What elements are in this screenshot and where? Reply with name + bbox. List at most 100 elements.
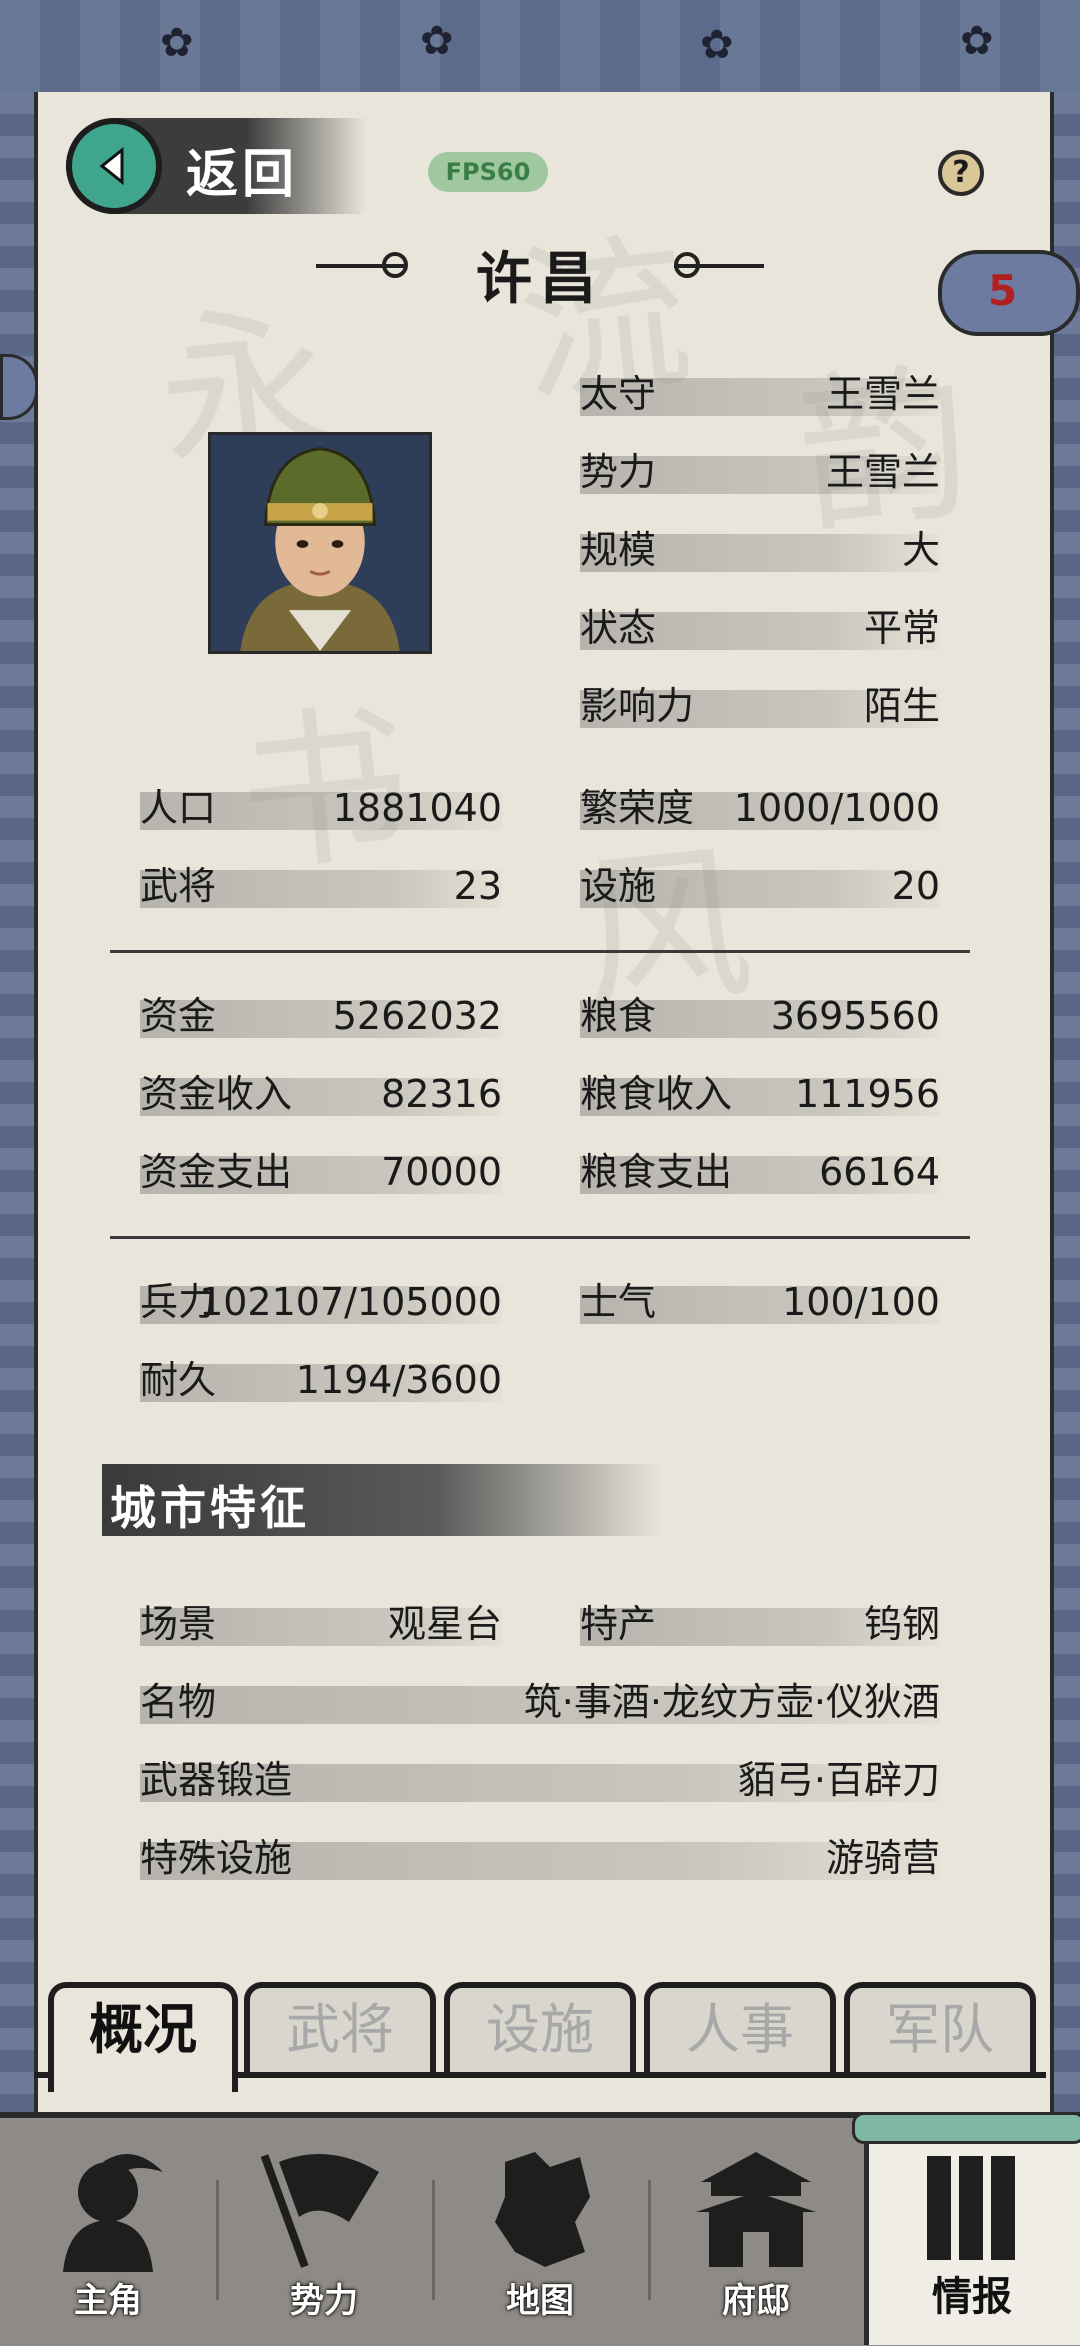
feature-scene: 场景 观星台	[140, 1600, 502, 1648]
stat-label: 资金	[140, 994, 217, 1038]
info-label: 状态	[580, 606, 657, 650]
flower-ornament-icon: ✿	[960, 18, 994, 64]
feature-label: 特产	[580, 1602, 657, 1646]
stat-population: 人口 1881040	[140, 784, 502, 832]
stat-facilities: 设施 20	[580, 862, 940, 910]
stat-label: 资金支出	[140, 1150, 293, 1194]
stat-value: 3695560	[770, 994, 940, 1038]
info-value: 王雪兰	[825, 372, 940, 416]
nav-label: 府邸	[722, 2281, 790, 2321]
feature-label: 武器锻造	[140, 1758, 293, 1802]
stat-value: 102107/105000	[199, 1280, 502, 1324]
stat-generals: 武将 23	[140, 862, 502, 910]
section-divider	[110, 950, 970, 953]
info-label: 规模	[580, 528, 657, 572]
top-decorative-band: ✿ ✿ ✿ ✿	[0, 0, 1080, 96]
fps-indicator: FPS60	[428, 152, 548, 192]
tab-facilities[interactable]: 设施	[444, 1982, 636, 2078]
stat-label: 资金收入	[140, 1072, 293, 1116]
features-title: 城市特征	[110, 1481, 310, 1535]
tab-overview[interactable]: 概况	[48, 1982, 238, 2092]
info-label: 影响力	[580, 684, 695, 728]
tab-army[interactable]: 军队	[844, 1982, 1036, 2078]
feature-weapon-forging: 武器锻造 貊弓·百辟刀	[140, 1756, 940, 1804]
flower-ornament-icon: ✿	[420, 18, 454, 64]
info-row-governor: 太守 王雪兰	[580, 370, 940, 418]
flower-ornament-icon: ✿	[160, 20, 194, 66]
tab-generals[interactable]: 武将	[244, 1982, 436, 2078]
stat-value: 1000/1000	[733, 786, 940, 830]
stat-food-income: 粮食收入 111956	[580, 1070, 940, 1118]
feature-label: 特殊设施	[140, 1836, 293, 1880]
city-title: 许昌	[476, 247, 604, 312]
feature-value: 貊弓·百辟刀	[737, 1758, 940, 1802]
stat-funds: 资金 5262032	[140, 992, 502, 1040]
nav-label: 地图	[506, 2281, 574, 2321]
feature-famous-items: 名物 筑·事酒·龙纹方壶·仪狄酒	[140, 1678, 940, 1726]
stat-morale: 士气 100/100	[580, 1278, 940, 1326]
feature-value: 钨钢	[863, 1602, 940, 1646]
back-button[interactable]	[66, 118, 162, 214]
feature-label: 场景	[140, 1602, 217, 1646]
stat-value: 66164	[819, 1150, 940, 1194]
stat-value: 1194/3600	[295, 1358, 502, 1402]
stat-value: 20	[891, 864, 940, 908]
stat-label: 设施	[580, 864, 657, 908]
info-row-scale: 规模 大	[580, 526, 940, 574]
stat-label: 粮食收入	[580, 1072, 733, 1116]
info-row-faction: 势力 王雪兰	[580, 448, 940, 496]
info-label: 太守	[580, 372, 657, 416]
stat-value: 23	[453, 864, 502, 908]
nav-faction[interactable]: 势力	[216, 2112, 432, 2340]
feature-specialty: 特产 钨钢	[580, 1600, 940, 1648]
stat-value: 70000	[381, 1150, 502, 1194]
stat-label: 士气	[580, 1280, 657, 1324]
stat-label: 人口	[140, 786, 217, 830]
stat-value: 100/100	[782, 1280, 940, 1324]
nav-intel[interactable]: 情报	[864, 2112, 1080, 2340]
map-icon	[495, 2152, 590, 2267]
title-ornament	[674, 264, 764, 268]
stat-value: 5262032	[332, 994, 502, 1038]
info-value: 王雪兰	[825, 450, 940, 494]
info-value: 平常	[863, 606, 940, 650]
info-row-influence: 影响力 陌生	[580, 682, 940, 730]
stat-label: 耐久	[140, 1358, 217, 1402]
nav-hero[interactable]: 主角	[0, 2112, 216, 2340]
feature-label: 名物	[140, 1680, 217, 1724]
help-icon[interactable]: ?	[938, 150, 984, 196]
info-label: 势力	[580, 450, 657, 494]
flag-icon	[260, 2154, 379, 2268]
stat-value: 111956	[794, 1072, 940, 1116]
feature-value: 观星台	[387, 1602, 502, 1646]
stat-funds-expense: 资金支出 70000	[140, 1148, 502, 1196]
stat-troops: 兵力 102107/105000	[140, 1278, 502, 1326]
back-arrow-icon	[99, 146, 124, 186]
features-section-title: 城市特征	[102, 1464, 662, 1536]
mansion-icon	[696, 2152, 816, 2267]
back-label[interactable]: 返回	[186, 132, 298, 207]
feature-special-facility: 特殊设施 游骑营	[140, 1834, 940, 1882]
notice-count[interactable]: 5	[988, 266, 1017, 315]
stat-label: 武将	[140, 864, 217, 908]
stat-food-expense: 粮食支出 66164	[580, 1148, 940, 1196]
nav-label: 情报	[932, 2274, 1012, 2320]
stat-funds-income: 资金收入 82316	[140, 1070, 502, 1118]
feature-value: 游骑营	[825, 1836, 940, 1880]
city-title-row: 许昌	[0, 232, 1080, 312]
stat-durability: 耐久 1194/3600	[140, 1356, 502, 1404]
info-value: 陌生	[863, 684, 940, 728]
stat-label: 粮食	[580, 994, 657, 1038]
tab-personnel[interactable]: 人事	[644, 1982, 836, 2078]
feature-value: 筑·事酒·龙纹方壶·仪狄酒	[523, 1680, 940, 1724]
info-value: 大	[901, 528, 940, 572]
nav-map[interactable]: 地图	[432, 2112, 648, 2340]
governor-portrait	[208, 432, 432, 654]
stat-label: 繁荣度	[580, 786, 695, 830]
stat-label: 粮食支出	[580, 1150, 733, 1194]
flower-ornament-icon: ✿	[700, 22, 734, 68]
stat-prosperity: 繁荣度 1000/1000	[580, 784, 940, 832]
hero-icon	[63, 2154, 163, 2272]
nav-mansion[interactable]: 府邸	[648, 2112, 864, 2340]
info-row-status: 状态 平常	[580, 604, 940, 652]
